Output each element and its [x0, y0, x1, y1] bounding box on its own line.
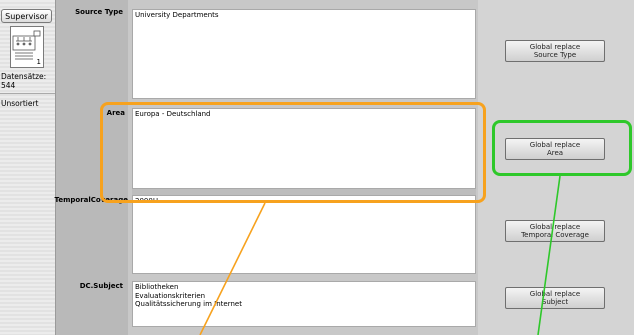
field-line: Evaluationskriterien	[135, 291, 206, 300]
records-count: 544	[1, 81, 16, 90]
global-replace-temporal-coverage-button[interactable]: Global replace Temporal Coverage	[505, 220, 605, 242]
record-book-icon[interactable]: 1	[10, 26, 44, 68]
area-label: Area	[106, 109, 125, 117]
dc-subject-label: DC.Subject	[79, 282, 123, 290]
record-number: 1	[36, 58, 41, 66]
records-label: Datensätze:	[1, 72, 47, 81]
field-line: Qualitätssicherung im Internet	[135, 300, 242, 308]
temporal-coverage-label: TemporalCoverage	[54, 196, 128, 204]
sort-status: Unsortiert	[1, 99, 39, 108]
source-type-field[interactable]: University Departments	[132, 9, 476, 99]
source-type-label: Source Type	[75, 8, 123, 16]
global-replace-area-button[interactable]: Global replace Area	[505, 138, 605, 160]
field-line: 2000H	[135, 197, 159, 205]
button-line: Global replace	[529, 43, 581, 51]
button-line: Global replace	[529, 141, 581, 149]
button-line: Global replace	[529, 290, 581, 298]
button-line: Area	[546, 149, 564, 157]
button-line: Temporal Coverage	[521, 231, 589, 239]
divider	[0, 93, 55, 94]
area-field[interactable]: Europa - Deutschland	[132, 108, 476, 189]
field-line: Bibliotheken	[135, 283, 179, 291]
global-replace-subject-button[interactable]: Global replace Subject	[505, 287, 605, 309]
temporal-coverage-field[interactable]: 2000H	[132, 195, 476, 274]
field-line: University Departments	[135, 11, 219, 19]
button-line: Source Type	[533, 51, 577, 59]
field-line: Europa - Deutschland	[135, 110, 211, 118]
button-line: Subject	[541, 298, 569, 306]
button-line: Global replace	[529, 223, 581, 231]
dc-subject-field[interactable]: Bibliotheken Evaluationskriterien Qualit…	[132, 281, 476, 327]
global-replace-source-type-button[interactable]: Global replace Source Type	[505, 40, 605, 62]
